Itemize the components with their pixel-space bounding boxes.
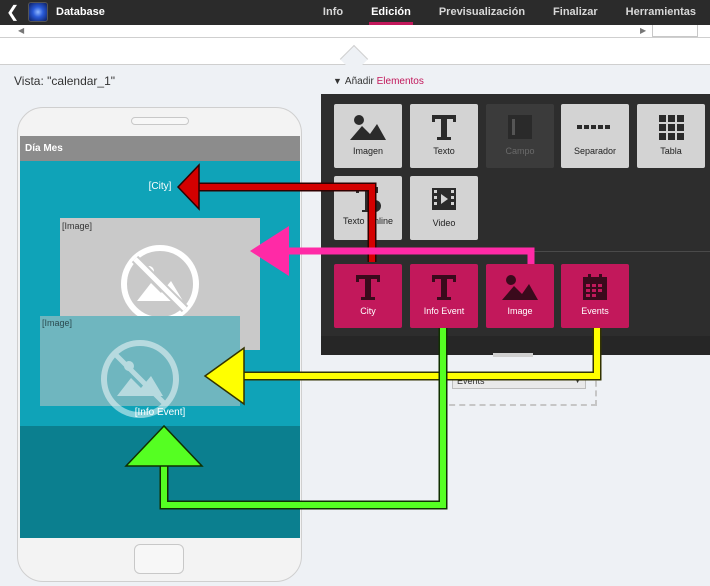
- annotation-arrows: [124, 163, 602, 510]
- app-root: ❮ Database Info Edición Previsualización…: [0, 0, 710, 586]
- image-arrow: [250, 226, 535, 276]
- info-event-arrow: [124, 328, 448, 510]
- events-arrow: [203, 328, 602, 406]
